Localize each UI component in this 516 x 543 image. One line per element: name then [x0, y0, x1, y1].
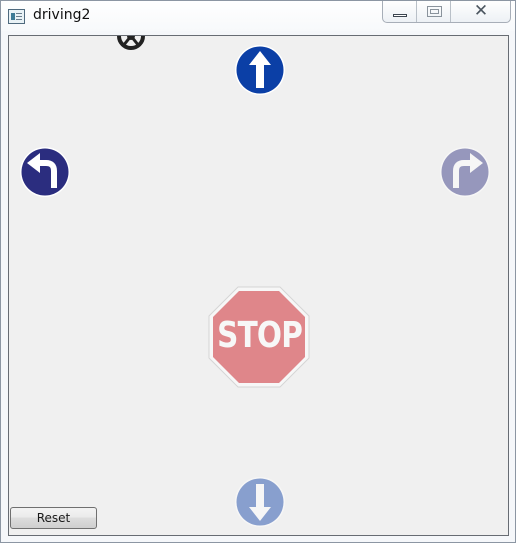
close-icon: ✕: [473, 1, 489, 21]
minimize-icon: [393, 14, 407, 17]
app-window: driving2 ✕ STOP Reset: [0, 0, 516, 543]
turn-left-icon[interactable]: [19, 146, 71, 198]
stop-sign-text: STOP: [217, 315, 303, 356]
stop-sign-icon[interactable]: STOP: [208, 286, 310, 388]
steering-wheel-icon: [115, 36, 147, 54]
maximize-icon: [427, 6, 442, 17]
window-controls: ✕: [382, 1, 511, 23]
minimize-button[interactable]: [383, 1, 417, 22]
app-icon: [8, 9, 25, 24]
maximize-button[interactable]: [417, 1, 451, 22]
window-title: driving2: [33, 7, 91, 23]
title-bar[interactable]: driving2 ✕: [1, 1, 515, 31]
arrow-up-icon[interactable]: [234, 44, 286, 96]
arrow-down-icon[interactable]: [234, 476, 286, 528]
close-button[interactable]: ✕: [451, 1, 510, 22]
reset-button[interactable]: Reset: [10, 507, 97, 529]
driving-canvas[interactable]: STOP: [8, 35, 509, 536]
turn-right-icon[interactable]: [439, 146, 491, 198]
